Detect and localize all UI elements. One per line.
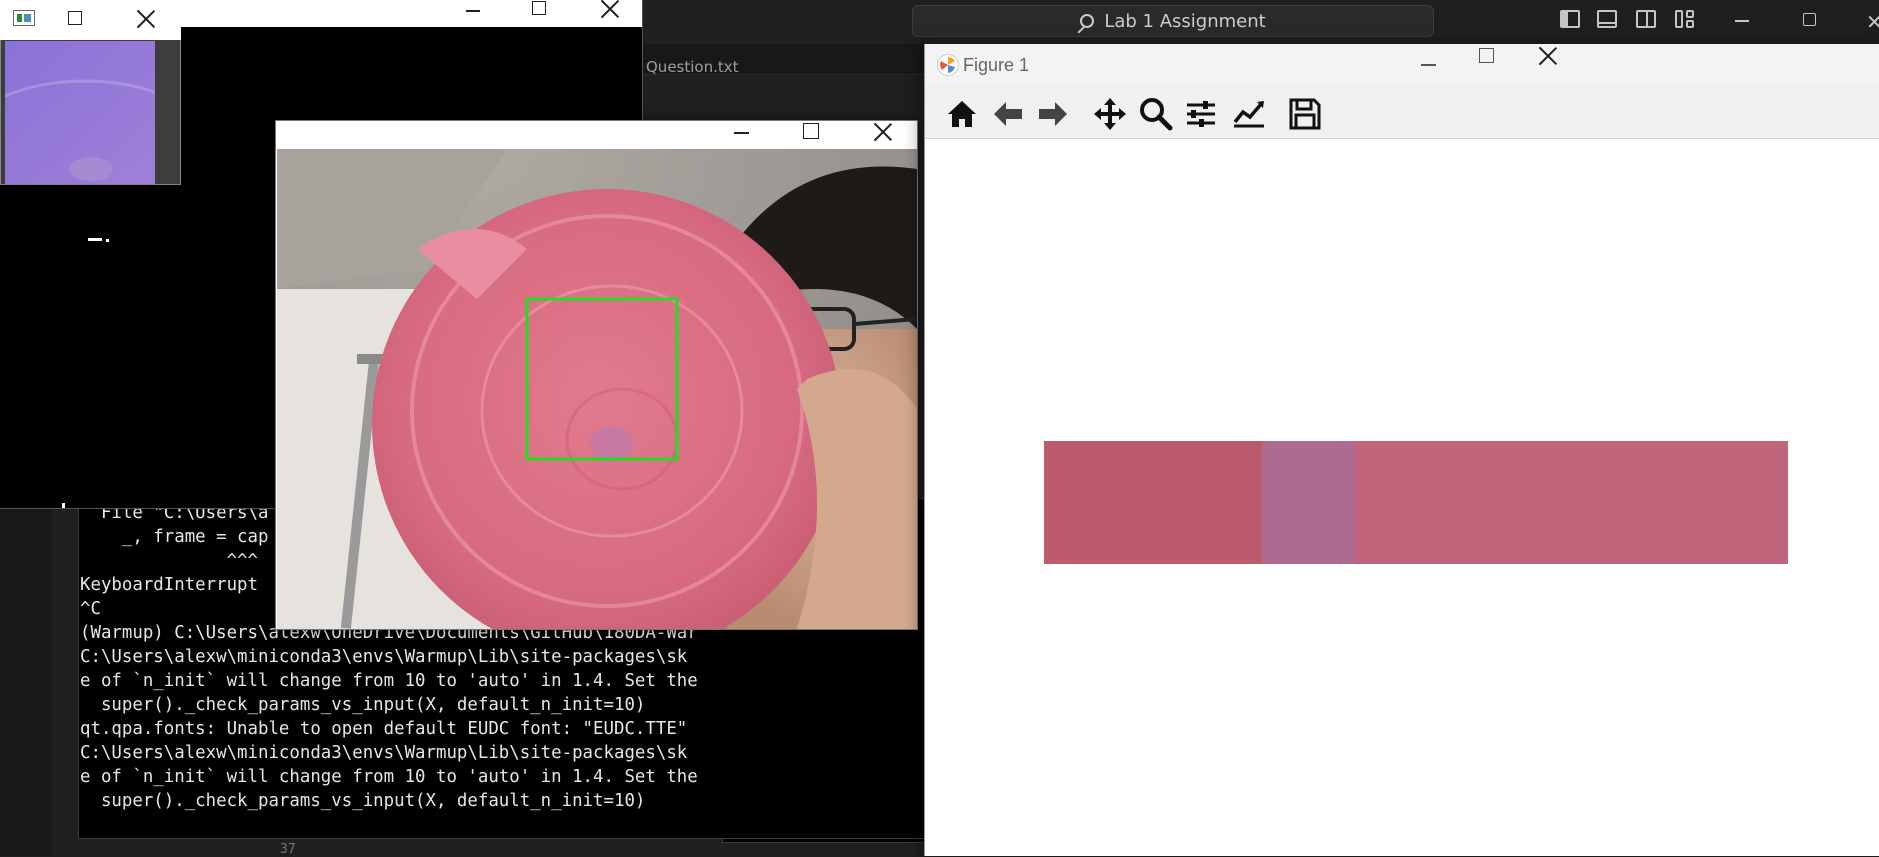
customize-layout-icon[interactable] (1675, 10, 1697, 32)
minimize-icon[interactable] (734, 132, 749, 134)
home-icon[interactable] (944, 96, 980, 132)
edit-axes-icon[interactable] (1231, 96, 1267, 132)
maximize-icon[interactable] (68, 11, 82, 25)
close-icon[interactable] (873, 122, 893, 142)
vscode-close-icon[interactable]: ✕ (1866, 10, 1879, 34)
toggle-secondary-sidebar-icon[interactable] (1636, 10, 1658, 32)
close-icon[interactable] (1538, 46, 1558, 66)
minimize-icon[interactable] (1421, 64, 1436, 66)
terminal-line: e of `n_init` will change from 10 to 'au… (80, 671, 698, 691)
color-segment-2 (1261, 441, 1357, 564)
pan-icon[interactable] (1092, 96, 1128, 132)
tab-question-txt[interactable]: Question.txt (646, 58, 739, 74)
zoom-icon[interactable] (1138, 96, 1174, 132)
close-icon[interactable] (136, 9, 156, 29)
terminal-line: e of `n_init` will change from 10 to 'au… (80, 767, 698, 787)
figure-titlebar (925, 44, 1879, 86)
vscode-minimize-icon[interactable] (1735, 20, 1749, 22)
save-icon[interactable] (1287, 96, 1323, 132)
maximize-icon[interactable] (1479, 48, 1494, 63)
mask-pixels (62, 503, 65, 508)
maximize-icon[interactable] (803, 123, 819, 139)
forward-arrow-icon[interactable] (1035, 96, 1071, 132)
terminal-line: super()._check_params_vs_input(X, defaul… (80, 695, 646, 715)
cropped-roi-image (5, 41, 155, 184)
terminal-line: C:\Users\alexw\miniconda3\envs\Warmup\Li… (80, 743, 688, 763)
camera-feed (277, 149, 917, 629)
terminal-line: qt.qpa.fonts: Unable to open default EUD… (80, 719, 688, 739)
search-icon (1080, 14, 1095, 28)
command-center-label: Lab 1 Assignment (1104, 10, 1266, 32)
color-segment-3 (1355, 441, 1788, 564)
terminal-line: C:\Users\alexw\miniconda3\envs\Warmup\Li… (80, 647, 688, 667)
toggle-primary-sidebar-icon[interactable] (1560, 10, 1582, 32)
figure-title: Figure 1 (963, 55, 1030, 75)
minimize-icon[interactable] (466, 10, 480, 12)
close-icon[interactable] (600, 0, 620, 19)
configure-subplots-icon[interactable] (1183, 96, 1219, 132)
mask-window-titlebar (180, 0, 642, 27)
line-number: 37 (280, 842, 296, 857)
maximize-icon[interactable] (532, 1, 546, 15)
color-segment-1 (1044, 441, 1263, 564)
vscode-restore-icon[interactable] (1803, 13, 1816, 26)
dominant-color-bar (1044, 441, 1788, 564)
back-arrow-icon[interactable] (990, 96, 1026, 132)
crop-window-titlebar (0, 0, 181, 40)
mask-pixels (88, 238, 102, 241)
mask-pixels (106, 239, 109, 242)
terminal-line: super()._check_params_vs_input(X, defaul… (80, 791, 646, 811)
matplotlib-logo-icon (937, 54, 959, 76)
toggle-panel-icon[interactable] (1597, 10, 1619, 32)
command-center-search[interactable]: Lab 1 Assignment (912, 5, 1434, 37)
app-icon (13, 10, 35, 26)
